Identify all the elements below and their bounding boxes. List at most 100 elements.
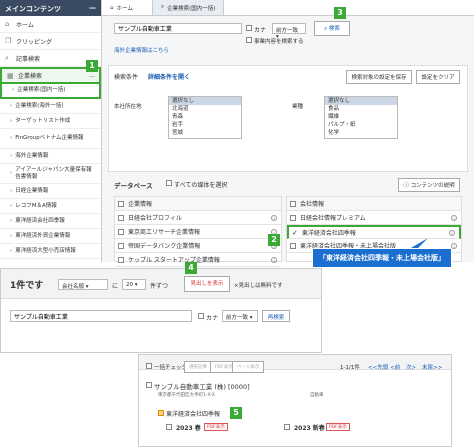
row-checkbox[interactable] <box>146 381 152 388</box>
list-option[interactable]: 北海道 <box>169 105 241 113</box>
group-checkbox[interactable] <box>118 200 124 207</box>
kana-checkbox[interactable] <box>246 24 252 31</box>
hq-listbox[interactable]: 選択なし 北海道 青森 岩手 宮城 <box>168 96 242 139</box>
list-option[interactable]: 青森 <box>169 113 241 121</box>
kana-checkbox-2[interactable] <box>198 312 204 319</box>
last-page-link[interactable]: 末尾>> <box>422 363 442 371</box>
step-marker-1: 1 <box>86 60 98 72</box>
row-checkbox[interactable] <box>118 214 124 221</box>
row-checkbox[interactable] <box>118 242 124 249</box>
industry-label: 業種 <box>292 104 304 110</box>
sidebar-item-label: クリッピング <box>16 38 53 46</box>
list-option[interactable]: 選択なし <box>325 97 397 105</box>
chevron-right-icon: › <box>10 187 13 194</box>
list-option[interactable]: 宮城 <box>169 129 241 137</box>
pdf-badge[interactable]: PDF表示 <box>326 423 350 431</box>
list-option[interactable]: 食品 <box>325 105 397 113</box>
sidebar-subitem[interactable]: › 東洋経済大型小売店情報 <box>0 244 101 259</box>
info-icon[interactable]: i <box>449 229 455 236</box>
reset-settings-button[interactable]: 設定をクリア <box>416 70 460 84</box>
check-icon[interactable]: ✓ <box>292 229 298 237</box>
pdf-badge[interactable]: PDF表示 <box>204 423 228 431</box>
industry-listbox[interactable]: 選択なし 食品 繊維 パルプ・紙 化学 <box>324 96 398 139</box>
sidebar-subitem[interactable]: › 海外企業情報 <box>0 149 101 164</box>
database-row[interactable]: ケップル スタートアップ企業情報 i <box>115 253 281 267</box>
sidebar-subitem[interactable]: › 企業検索(国内一括) <box>0 84 101 99</box>
issue-label-2[interactable]: 2023 新春 <box>294 423 325 432</box>
issue-label-1[interactable]: 2023 春 <box>176 423 201 432</box>
info-icon[interactable]: i <box>271 214 277 221</box>
database-left-panel: 企業情報 日経会社プロフィル i 東京商工リサーチ企業情報 i 帝国データバンク企業… <box>114 196 282 267</box>
database-row[interactable]: 東京商工リサーチ企業情報 i <box>115 225 281 239</box>
list-option[interactable]: パルプ・紙 <box>325 121 397 129</box>
sort-select[interactable]: 会社名順 ▾ <box>58 279 108 290</box>
collapse-icon[interactable]: — <box>89 4 96 12</box>
page-view-button[interactable]: ページ表示 <box>232 361 265 373</box>
list-option[interactable]: 化学 <box>325 129 397 137</box>
row-checkbox[interactable] <box>118 228 124 235</box>
prev-page-link[interactable]: <前 <box>390 363 400 371</box>
row-checkbox[interactable] <box>118 256 124 263</box>
callout-label: 「東洋経済会社四季報・未上場会社版」 <box>312 248 452 268</box>
sidebar-item-clipping[interactable]: ❐ クリッピング <box>0 33 101 50</box>
selected-articles-button[interactable]: 選択記事 <box>184 361 212 373</box>
search-input[interactable] <box>114 23 242 34</box>
row-checkbox[interactable] <box>290 214 296 221</box>
research-button[interactable]: 再検索 <box>262 310 290 322</box>
source-checkbox[interactable] <box>158 410 164 416</box>
list-option[interactable]: 岩手 <box>169 121 241 129</box>
sidebar-subitem[interactable]: › レコフM＆A情報 <box>0 199 101 214</box>
step-marker-4: 4 <box>185 262 197 274</box>
database-row[interactable]: 日経会社プロフィル i <box>115 211 281 225</box>
info-icon[interactable]: i <box>271 256 277 263</box>
next-page-link[interactable]: 次> <box>406 363 416 371</box>
more-icon[interactable]: … <box>89 72 95 79</box>
sidebar-subitem[interactable]: › FinGroupベトナム企業情報 <box>0 129 101 149</box>
step-marker-5: 5 <box>230 407 242 419</box>
fulltext-checkbox[interactable] <box>246 36 252 43</box>
chevron-right-icon: › <box>12 87 15 93</box>
issue-checkbox-1[interactable] <box>166 423 172 430</box>
sidebar-item-home[interactable]: ⌂ ホーム <box>0 16 101 33</box>
list-option[interactable]: 選択なし <box>169 97 241 105</box>
home-icon: ⌂ <box>5 20 10 28</box>
info-icon[interactable]: i <box>451 214 457 221</box>
save-settings-button[interactable]: 検索対象の設定を保存 <box>346 70 412 84</box>
database-row[interactable]: 帝国データバンク企業情報 i <box>115 239 281 253</box>
match-mode-select-2[interactable]: 前方一致 ▾ <box>222 310 258 322</box>
sidebar-subitem[interactable]: › アイアールジャパン大量保有報告書情報 <box>0 164 101 184</box>
select-all-checkbox[interactable] <box>166 179 172 186</box>
database-row[interactable]: 日経会社情報プレミアム i <box>287 211 461 225</box>
sidebar-subitem[interactable]: › 日経企業情報 <box>0 184 101 199</box>
first-page-link[interactable]: <<先頭 <box>368 363 388 371</box>
database-row-selected[interactable]: ✓ 東洋経済会社四季報 i <box>287 225 461 239</box>
tab-home[interactable]: ⌂ ホーム <box>102 0 152 15</box>
select-all-check[interactable] <box>146 362 152 369</box>
kana-label: カナ <box>254 27 267 34</box>
company-name[interactable]: サンプル自動車工業 (株) [0000] <box>154 381 250 391</box>
sidebar-subitem[interactable]: › ターゲットリスト作成 <box>0 114 101 129</box>
database-group-header[interactable]: 企業情報 <box>115 197 281 211</box>
chevron-right-icon: › <box>10 170 13 176</box>
research-input[interactable] <box>10 310 192 322</box>
search-icon: ⌕ <box>161 4 165 10</box>
issue-checkbox-2[interactable] <box>284 423 290 430</box>
search-button[interactable]: ⌕ 検索 <box>314 21 350 36</box>
sidebar-subitem[interactable]: › 東洋経済外資企業情報 <box>0 229 101 244</box>
per-page-select[interactable]: 20 ▾ <box>122 279 146 290</box>
database-group-header[interactable]: 会社情報 <box>287 197 461 211</box>
sidebar-subitem[interactable]: › 企業検索(海外一括) <box>0 99 101 114</box>
contents-info-button[interactable]: ⓘ コンテンツの説明 <box>398 178 460 192</box>
group-checkbox[interactable] <box>290 200 296 207</box>
show-headlines-button[interactable]: 見出しを表示 <box>184 276 230 292</box>
sidebar: メインコンテンツ — ⌂ ホーム ❐ クリッピング ⌕ 記事検索 ▦ 企業検索 … › 企業… <box>0 0 102 262</box>
match-mode-select[interactable]: 前方一致 ▾ <box>272 23 306 40</box>
overseas-link[interactable]: 海外企業情報はこちら <box>114 46 169 54</box>
search-icon: ⌕ <box>5 53 9 62</box>
row-checkbox[interactable] <box>290 242 296 249</box>
list-option[interactable]: 繊維 <box>325 113 397 121</box>
tab-company-search[interactable]: ⌕ 企業検索(国内一括) <box>152 0 225 15</box>
sidebar-subitem[interactable]: › 東洋経済会社四季報 <box>0 214 101 229</box>
detail-conditions-link[interactable]: 詳細条件を開く <box>148 72 190 81</box>
clip-icon: ❐ <box>5 37 12 45</box>
